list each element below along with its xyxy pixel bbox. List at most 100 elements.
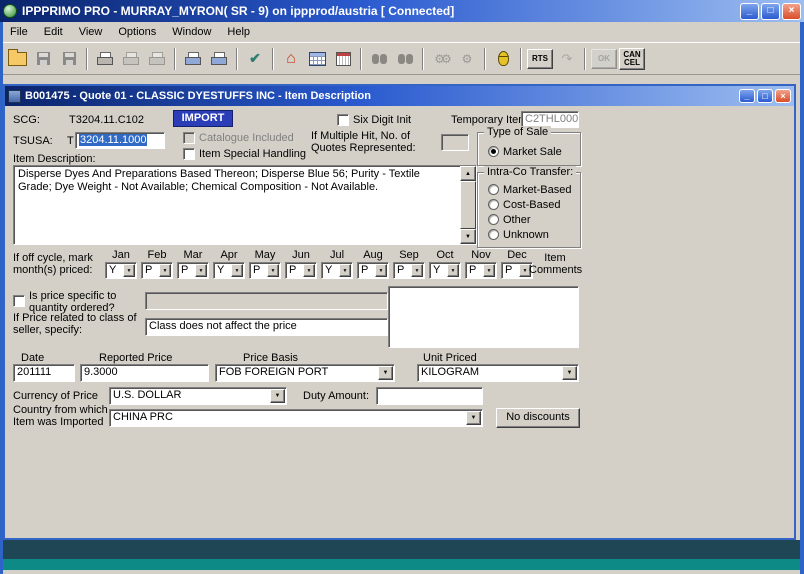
reported-price-input[interactable]: 9.3000 [80,364,209,382]
print-batch-glyph [149,52,165,65]
toolbar-separator [86,48,88,70]
dropdown-arrow-icon[interactable]: ▼ [562,366,577,380]
import-button[interactable]: IMPORT [173,110,233,127]
print-icon[interactable] [93,47,117,71]
month-col-jul: JulY▼ [321,249,357,281]
month-col-feb: FebP▼ [141,249,177,281]
month-combo-jan[interactable]: Y▼ [105,262,137,279]
tsusa-input[interactable]: 3204.11.1000 [75,132,165,149]
market-based-radio[interactable] [488,184,499,195]
month-label: Jun [285,249,317,261]
price-basis-combo[interactable]: FOB FOREIGN PORT ▼ [215,364,395,382]
unit-priced-combo[interactable]: KILOGRAM ▼ [417,364,579,382]
scg-label: SCG: [13,114,40,126]
month-combo-mar[interactable]: P▼ [177,262,209,279]
month-combo-feb[interactable]: P▼ [141,262,173,279]
menu-item-options[interactable]: Options [110,23,164,41]
maximize-button[interactable]: □ [761,3,780,20]
other-label: Other [503,214,531,226]
print-preview-icon[interactable] [181,47,205,71]
dropdown-arrow-icon[interactable]: ▼ [378,366,393,380]
dropdown-arrow-icon[interactable]: ▼ [375,264,387,277]
minimize-button[interactable]: _ [740,3,759,20]
date-input[interactable]: 201111 [13,364,75,382]
dropdown-arrow-icon[interactable]: ▼ [267,264,279,277]
six-digit-label: Six Digit Init [353,114,411,126]
description-scrollbar[interactable]: ▲ ▼ [460,166,476,244]
close-button[interactable]: × [782,3,801,20]
menu-item-file[interactable]: File [2,23,36,41]
month-label: Mar [177,249,209,261]
bug-icon[interactable] [491,47,515,71]
validate-check-icon[interactable]: ✔ [243,47,267,71]
dialog-close-button[interactable]: × [775,89,791,103]
item-comments-label: Item Comments [529,252,581,276]
dropdown-arrow-icon[interactable]: ▼ [411,264,423,277]
find-next-glyph [398,54,413,64]
dropdown-arrow-icon[interactable]: ▼ [195,264,207,277]
dropdown-arrow-icon[interactable]: ▼ [303,264,315,277]
month-label: Jan [105,249,137,261]
duty-amount-input[interactable] [376,387,483,405]
class-seller-input[interactable]: Class does not affect the price [145,318,388,336]
dropdown-arrow-icon[interactable]: ▼ [339,264,351,277]
dialog-maximize-button[interactable]: □ [757,89,773,103]
scroll-thumb[interactable] [460,181,476,229]
month-value: Y [109,264,116,276]
month-combo-aug[interactable]: P▼ [357,262,389,279]
off-cycle-label-line2: month(s) priced: [13,264,92,276]
item-description-text: Disperse Dyes And Preparations Based The… [18,168,456,194]
month-value: P [145,264,152,276]
item-comments-line1: Item [544,252,565,264]
rts-button[interactable]: RTS [527,49,553,69]
window-title-bar[interactable]: IPPPRIMO PRO - MURRAY_MYRON( SR - 9) on … [0,0,804,22]
unknown-radio[interactable] [488,229,499,240]
month-combo-may[interactable]: P▼ [249,262,281,279]
item-comments-box[interactable] [388,286,579,348]
price-basis-value: FOB FOREIGN PORT [219,366,328,378]
dropdown-arrow-icon[interactable]: ▼ [159,264,171,277]
dialog-title-bar[interactable]: B001475 - Quote 01 - CLASSIC DYESTUFFS I… [5,86,794,106]
data-grid-icon[interactable] [305,47,329,71]
menu-item-edit[interactable]: Edit [36,23,71,41]
open-folder-icon[interactable] [5,47,29,71]
redo-arrow-glyph: ↷ [562,51,573,67]
data-grid-glyph [309,52,326,66]
scroll-up-icon[interactable]: ▲ [460,166,476,181]
month-combo-nov[interactable]: P▼ [465,262,497,279]
item-description-box[interactable]: Disperse Dyes And Preparations Based The… [13,165,477,245]
calendar-icon[interactable] [331,47,355,71]
cost-based-radio[interactable] [488,199,499,210]
menu-item-view[interactable]: View [71,23,111,41]
month-label: Nov [465,249,497,261]
month-combo-jul[interactable]: Y▼ [321,262,353,279]
other-radio[interactable] [488,214,499,225]
home-icon[interactable]: ⌂ [279,47,303,71]
validate-check-glyph: ✔ [249,50,261,67]
country-combo[interactable]: CHINA PRC ▼ [109,409,483,427]
scroll-down-icon[interactable]: ▼ [460,229,476,244]
dropdown-arrow-icon[interactable]: ▼ [123,264,135,277]
no-discounts-button[interactable]: No discounts [496,408,580,428]
currency-combo[interactable]: U.S. DOLLAR ▼ [109,387,287,405]
date-label: Date [21,352,44,364]
dialog-minimize-button[interactable]: _ [739,89,755,103]
market-sale-radio[interactable] [488,146,499,157]
menu-item-window[interactable]: Window [164,23,219,41]
month-combo-jun[interactable]: P▼ [285,262,317,279]
month-combo-apr[interactable]: Y▼ [213,262,245,279]
dropdown-arrow-icon[interactable]: ▼ [447,264,459,277]
special-handling-checkbox[interactable] [183,148,195,160]
cancel-button[interactable]: CAN CEL [619,48,645,70]
dropdown-arrow-icon[interactable]: ▼ [466,411,481,425]
menu-item-help[interactable]: Help [219,23,258,41]
month-combo-oct[interactable]: Y▼ [429,262,461,279]
month-label: Oct [429,249,461,261]
dropdown-arrow-icon[interactable]: ▼ [270,389,285,403]
six-digit-checkbox[interactable] [337,114,349,126]
price-specific-checkbox[interactable] [13,295,25,307]
month-combo-sep[interactable]: P▼ [393,262,425,279]
dropdown-arrow-icon[interactable]: ▼ [483,264,495,277]
print-setup-icon[interactable] [207,47,231,71]
dropdown-arrow-icon[interactable]: ▼ [231,264,243,277]
